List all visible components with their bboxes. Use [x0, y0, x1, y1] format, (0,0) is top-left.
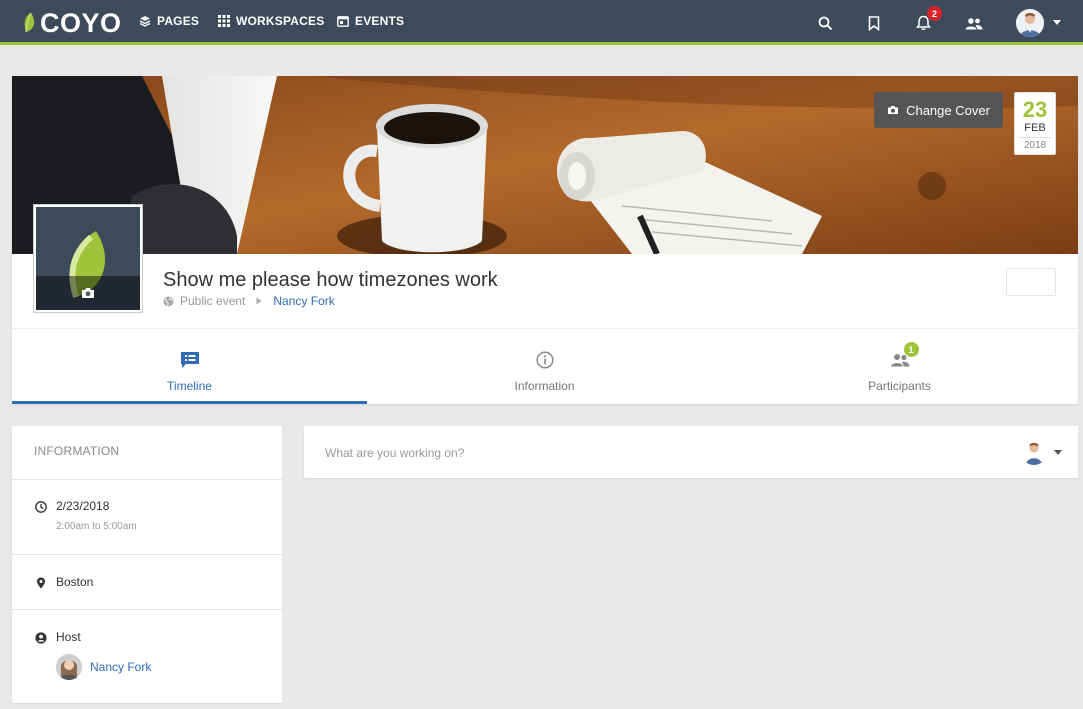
info-location: Boston [56, 575, 94, 589]
event-avatar[interactable] [34, 205, 142, 312]
event-header-card: Change Cover 23 FEB 2018 Show me please … [12, 76, 1078, 404]
change-cover-label: Change Cover [906, 102, 990, 118]
nav-workspaces-label: WORKSPACES [236, 14, 325, 28]
participants-count-badge: 1 [902, 341, 920, 358]
logo-text: COYO [40, 7, 122, 38]
host-name-link[interactable]: Nancy Fork [90, 660, 151, 674]
triangle-right-icon [256, 297, 262, 305]
post-composer[interactable]: What are you working on? [304, 426, 1078, 478]
information-heading: INFORMATION [12, 426, 282, 480]
colleagues-button[interactable] [963, 12, 985, 34]
camera-icon [82, 288, 94, 298]
composer-avatar-image [1021, 439, 1047, 465]
info-row-date: 2/23/2018 2:00am to 5:00am [12, 480, 282, 555]
participants-icon: 1 [889, 341, 920, 371]
globe-icon [163, 296, 174, 306]
user-avatar[interactable] [1016, 9, 1044, 37]
nav-pages-label: PAGES [157, 14, 200, 28]
clock-icon [34, 500, 47, 513]
date-month: FEB [1024, 122, 1046, 134]
event-date-badge: 23 FEB 2018 [1014, 92, 1056, 155]
event-owner-link[interactable]: Nancy Fork [273, 294, 334, 308]
composer-author-avatar[interactable] [1021, 439, 1047, 465]
bookmarks-button[interactable] [863, 12, 885, 34]
tab-timeline[interactable]: Timeline [12, 329, 367, 404]
change-avatar-strip[interactable] [36, 276, 140, 310]
event-title: Show me please how timezones work [163, 269, 498, 291]
nav-events-label: EVENTS [355, 14, 405, 28]
information-panel: INFORMATION 2/23/2018 2:00am to 5:00am B… [12, 426, 282, 703]
people-icon [965, 17, 983, 29]
tab-participants[interactable]: 1 Participants [722, 329, 1077, 405]
grid-icon [218, 15, 230, 27]
user-circle-icon [34, 631, 47, 644]
nav-pages[interactable]: PAGES [139, 14, 199, 28]
tab-information-label: Information [514, 379, 575, 393]
tab-participants-label: Participants [868, 379, 931, 393]
date-day: 23 [1022, 97, 1048, 122]
info-icon [534, 349, 556, 371]
info-row-location: Boston [12, 555, 282, 610]
user-menu-caret-icon[interactable] [1053, 20, 1061, 25]
cover-image: Change Cover 23 FEB 2018 [12, 76, 1078, 254]
event-action-button[interactable] [1006, 268, 1056, 296]
nav-events[interactable]: EVENTS [337, 14, 404, 28]
camera-icon [888, 106, 899, 114]
bookmark-icon [868, 15, 880, 31]
info-row-host: Host Nancy Fork [12, 610, 282, 702]
change-cover-button[interactable]: Change Cover [874, 92, 1003, 128]
notifications-button[interactable]: 2 [912, 6, 942, 34]
composer-author-caret-icon[interactable] [1054, 450, 1062, 455]
tab-information[interactable]: Information [367, 329, 722, 405]
host-avatar-image [56, 654, 82, 680]
notification-count-badge: 2 [927, 6, 942, 21]
tab-timeline-label: Timeline [167, 379, 212, 393]
event-tabs: Timeline Information 1 Participants [12, 328, 1078, 404]
event-meta: Public event Nancy Fork [163, 294, 335, 308]
composer-placeholder[interactable]: What are you working on? [325, 446, 464, 460]
host-avatar[interactable] [56, 654, 82, 680]
location-pin-icon [34, 576, 47, 589]
nav-workspaces[interactable]: WORKSPACES [218, 14, 324, 28]
timeline-icon [179, 349, 201, 371]
top-navbar: COYO PAGES WORKSPACES EVENTS 2 [0, 0, 1083, 45]
info-time: 2:00am to 5:00am [56, 521, 137, 532]
host-label: Host [56, 630, 81, 644]
leaf-logo-icon [24, 12, 35, 33]
event-visibility: Public event [180, 294, 246, 308]
search-button[interactable] [814, 12, 836, 34]
info-date: 2/23/2018 [56, 499, 110, 513]
layers-icon [139, 16, 151, 27]
user-avatar-image [1016, 9, 1044, 37]
calendar-icon [337, 16, 349, 27]
coyo-logo[interactable]: COYO [22, 7, 122, 38]
date-year: 2018 [1019, 137, 1051, 151]
search-icon [818, 16, 832, 30]
host-entry[interactable]: Nancy Fork [56, 654, 260, 680]
